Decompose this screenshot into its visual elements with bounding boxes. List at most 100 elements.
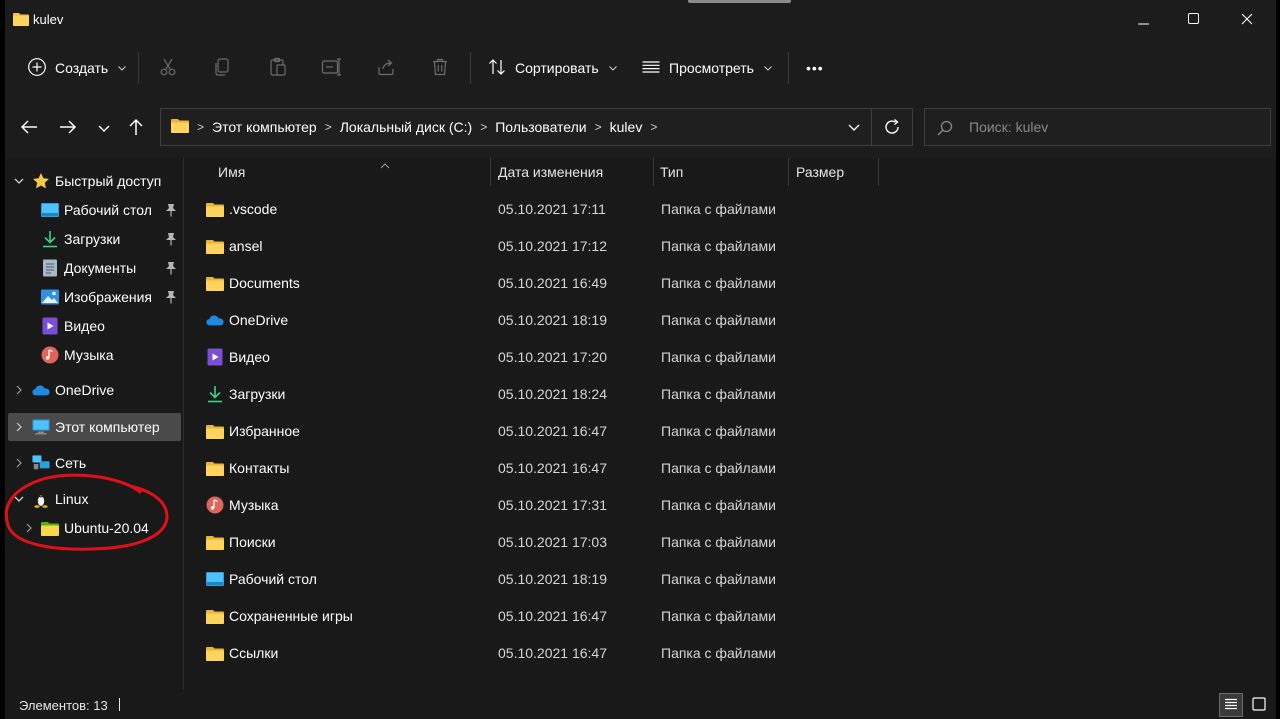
file-row[interactable]: Сохраненные игры 05.10.2021 16:47 Папка с … [196,598,856,635]
command-bar: Создать Сортировать Просмотреть ••• [5,40,1276,96]
address-bar[interactable]: > Этот компьютер > Локальный диск (C:) >… [160,108,913,146]
sort-button[interactable]: Сортировать [487,54,617,82]
breadcrumb-item[interactable]: Пользователи [495,119,586,135]
close-button[interactable] [1221,0,1273,40]
breadcrumb-item[interactable]: Локальный диск (C:) [340,119,473,135]
sidebar-item-onedrive[interactable]: OneDrive [5,376,181,404]
sidebar-item-documents[interactable]: Документы [5,254,181,282]
column-divider[interactable] [788,158,789,186]
delete-button[interactable] [428,56,452,80]
column-divider[interactable] [878,158,879,186]
column-header-size[interactable]: Размер [796,158,878,186]
sidebar-item-quick-access[interactable]: Быстрый доступ [5,167,181,195]
file-row[interactable]: Музыка 05.10.2021 17:31 Папка с файлами [196,487,856,524]
file-name: Избранное [229,423,300,439]
file-type: Папка с файлами [661,312,776,328]
chevron-right-icon[interactable] [23,522,35,534]
chevron-down-icon[interactable] [13,493,25,505]
status-divider [119,698,120,711]
file-row[interactable]: Загрузки 05.10.2021 18:24 Папка с файлами [196,376,856,413]
search-box[interactable] [924,108,1271,146]
folder-icon [206,200,224,218]
file-name: Поиски [229,534,276,550]
chevron-right-icon[interactable] [13,384,25,396]
music-icon [206,496,224,514]
paste-button[interactable] [266,56,290,80]
arrow-right-icon [59,119,77,138]
view-list-icon [641,57,661,80]
pin-icon[interactable] [165,261,177,278]
chevron-down-icon[interactable] [13,175,25,187]
sidebar-item-network[interactable]: Сеть [5,449,181,477]
recent-locations-button[interactable] [90,114,118,142]
cut-button[interactable] [156,56,180,80]
copy-icon [213,57,233,80]
file-type: Папка с файлами [661,349,776,365]
file-date: 05.10.2021 16:47 [498,608,607,624]
sidebar-item-label: Изображения [64,289,152,305]
up-button[interactable] [122,114,150,142]
view-button[interactable]: Просмотреть [641,54,772,82]
sidebar-item-label: Видео [64,318,105,334]
sort-ascending-icon [380,156,390,172]
breadcrumb-item[interactable]: kulev [610,119,643,135]
tiles-view-button[interactable] [1247,693,1271,717]
file-row[interactable]: ansel 05.10.2021 17:12 Папка с файлами [196,228,856,265]
file-row[interactable]: Documents 05.10.2021 16:49 Папка с файлами [196,265,856,302]
sidebar-item-music[interactable]: Музыка [5,341,181,369]
pin-icon[interactable] [165,203,177,220]
create-button[interactable]: Создать [27,54,127,82]
sidebar-item-downloads[interactable]: Загрузки [5,225,181,253]
folder-icon [41,519,59,537]
desktop-icon [41,201,59,219]
file-row[interactable]: Поиски 05.10.2021 17:03 Папка с файлами [196,524,856,561]
folder-icon [206,533,224,551]
folder-icon [206,422,224,440]
document-icon [41,259,59,277]
column-divider[interactable] [653,158,654,186]
pin-icon[interactable] [165,290,177,307]
file-name: Documents [229,275,300,291]
search-input[interactable] [969,109,1259,145]
file-type: Папка с файлами [661,608,776,624]
sidebar-item-this-pc[interactable]: Этот компьютер [8,413,181,441]
minimize-button[interactable] [1118,0,1170,40]
column-header-date[interactable]: Дата изменения [498,158,653,186]
rename-button[interactable] [320,56,344,80]
column-header-name[interactable]: Имя [218,158,490,186]
file-row[interactable]: .vscode 05.10.2021 17:11 Папка с файлами [196,191,856,228]
file-row[interactable]: Контакты 05.10.2021 16:47 Папка с файлами [196,450,856,487]
sidebar-item-label: Музыка [64,347,114,363]
breadcrumb-separator[interactable]: > [650,120,657,134]
file-row[interactable]: OneDrive 05.10.2021 18:19 Папка с файлами [196,302,856,339]
column-divider[interactable] [490,158,491,186]
refresh-icon[interactable] [882,117,902,140]
forward-button[interactable] [54,114,82,142]
sidebar-item-videos[interactable]: Видео [5,312,181,340]
file-row[interactable]: Избранное 05.10.2021 16:47 Папка с файлами [196,413,856,450]
details-view-button[interactable] [1219,693,1243,717]
sidebar-item-ubuntu[interactable]: Ubuntu-20.04 [5,514,181,542]
folder-icon [206,607,224,625]
pin-icon[interactable] [165,232,177,249]
back-button[interactable] [15,114,43,142]
chevron-right-icon[interactable] [13,457,25,469]
copy-button[interactable] [211,56,235,80]
file-row[interactable]: Видео 05.10.2021 17:20 Папка с файлами [196,339,856,376]
sort-icon [487,57,507,80]
breadcrumb-item[interactable]: Этот компьютер [212,119,317,135]
sidebar-item-linux[interactable]: Linux [5,485,181,513]
sidebar-item-pictures[interactable]: Изображения [5,283,181,311]
file-row[interactable]: Рабочий стол 05.10.2021 18:19 Папка с файл… [196,561,856,598]
download-icon [41,230,59,248]
address-dropdown-icon[interactable] [848,120,860,135]
maximize-button[interactable] [1168,0,1220,40]
plus-circle-icon [27,57,47,80]
chevron-right-icon[interactable] [13,421,25,433]
file-row[interactable]: Ссылки 05.10.2021 16:47 Папка с файлами [196,635,856,672]
share-button[interactable] [374,56,398,80]
column-header-type[interactable]: Тип [660,158,788,186]
column-header-label: Тип [660,164,684,180]
sidebar-item-desktop[interactable]: Рабочий стол [5,196,181,224]
more-options-button[interactable]: ••• [806,54,824,82]
